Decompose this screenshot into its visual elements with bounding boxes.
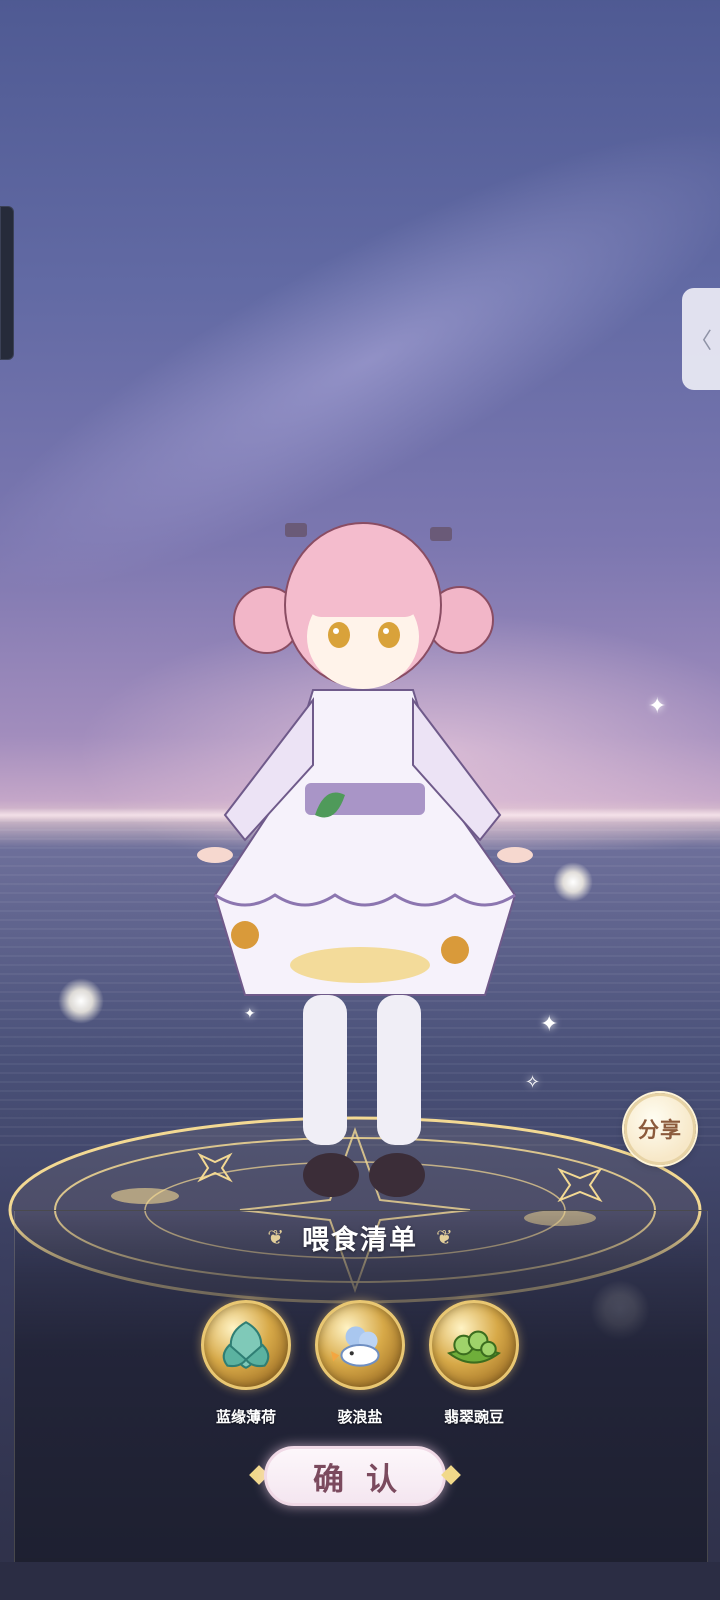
feed-list-title: 喂食清单 bbox=[302, 1224, 418, 1256]
food-item[interactable]: 骇浪盐 bbox=[315, 1300, 405, 1427]
share-label: 分享 bbox=[638, 1118, 682, 1142]
sparkle-icon: ✦ bbox=[648, 694, 667, 719]
leaf-ornament-icon: ❦ bbox=[436, 1225, 453, 1249]
mint-leaf-icon bbox=[201, 1300, 291, 1390]
food-item-name: 翡翠豌豆 bbox=[443, 1408, 504, 1426]
salt-bird-icon bbox=[315, 1300, 405, 1390]
food-item-list: 蓝缘薄荷 骇浪盐 翡翠豌豆 bbox=[0, 1300, 720, 1427]
confirm-label: 确认 bbox=[313, 1461, 419, 1498]
sparkle-icon: ✦ bbox=[540, 1012, 559, 1037]
left-drawer-handle[interactable] bbox=[0, 206, 14, 360]
bottom-bar bbox=[0, 1562, 720, 1600]
pet-character[interactable] bbox=[185, 495, 540, 1205]
confirm-button[interactable]: 确认 bbox=[264, 1446, 446, 1506]
chevron-left-icon: 〈 bbox=[689, 329, 712, 354]
food-item[interactable]: 翡翠豌豆 bbox=[429, 1300, 519, 1427]
green-pea-icon bbox=[429, 1300, 519, 1390]
light-orb bbox=[553, 862, 593, 902]
leaf-ornament-icon: ❦ bbox=[267, 1225, 284, 1249]
food-item-name: 蓝缘薄荷 bbox=[215, 1408, 276, 1426]
food-item-name: 骇浪盐 bbox=[337, 1408, 383, 1426]
share-button[interactable]: 分享 bbox=[624, 1093, 696, 1165]
feed-list-header: ❦ 喂食清单 ❦ bbox=[0, 1216, 720, 1258]
food-item[interactable]: 蓝缘薄荷 bbox=[201, 1300, 291, 1427]
confirm-button-wrap: 确认 bbox=[249, 1446, 461, 1508]
light-orb bbox=[58, 978, 104, 1024]
side-panel-tab[interactable]: 〈 bbox=[682, 288, 720, 390]
